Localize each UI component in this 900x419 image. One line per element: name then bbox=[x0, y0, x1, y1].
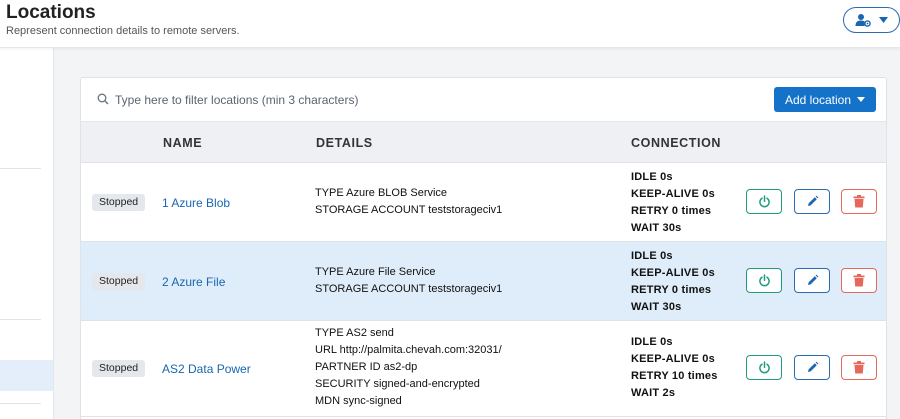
user-gear-icon bbox=[855, 14, 871, 27]
edit-button[interactable] bbox=[794, 355, 830, 380]
sidebar-divider bbox=[0, 403, 41, 404]
location-name-link[interactable]: 2 Azure File bbox=[162, 275, 225, 289]
connection-line: RETRY 10 times bbox=[631, 370, 718, 382]
location-name-link[interactable]: 1 Azure Blob bbox=[162, 196, 230, 210]
connection-line: WAIT 30s bbox=[631, 301, 682, 313]
trash-icon bbox=[853, 274, 865, 287]
add-location-button[interactable]: Add location bbox=[774, 87, 876, 112]
column-header-connection: CONNECTION bbox=[631, 136, 722, 150]
search-icon bbox=[97, 93, 109, 105]
add-location-label: Add location bbox=[784, 92, 852, 107]
connection-line: KEEP-ALIVE 0s bbox=[631, 188, 715, 200]
sidebar-divider bbox=[0, 168, 41, 169]
connection-info: IDLE 0s KEEP-ALIVE 0s RETRY 0 times WAIT… bbox=[631, 248, 715, 316]
delete-button[interactable] bbox=[841, 189, 877, 214]
table-row: Stopped AS2 Data Power TYPE AS2 send URL… bbox=[81, 321, 886, 417]
pencil-icon bbox=[807, 274, 818, 285]
delete-button[interactable] bbox=[841, 268, 877, 293]
status-badge: Stopped bbox=[92, 273, 146, 290]
connection-line: KEEP-ALIVE 0s bbox=[631, 267, 715, 279]
page-subtitle: Represent connection details to remote s… bbox=[6, 25, 240, 37]
pencil-icon bbox=[807, 361, 818, 372]
location-details: TYPE AS2 send URL http://palmita.chevah.… bbox=[315, 325, 502, 410]
edit-button[interactable] bbox=[794, 268, 830, 293]
location-name-link[interactable]: AS2 Data Power bbox=[162, 362, 251, 376]
start-button[interactable] bbox=[746, 355, 782, 380]
connection-line: WAIT 2s bbox=[631, 387, 676, 399]
detail-line: MDN sync-signed bbox=[315, 395, 402, 407]
connection-line: IDLE 0s bbox=[631, 250, 673, 262]
page-title: Locations bbox=[6, 2, 96, 23]
power-icon bbox=[758, 361, 770, 374]
column-header-details: DETAILS bbox=[316, 136, 373, 150]
connection-line: IDLE 0s bbox=[631, 336, 673, 348]
caret-down-icon bbox=[857, 97, 866, 102]
start-button[interactable] bbox=[746, 189, 782, 214]
start-button[interactable] bbox=[746, 268, 782, 293]
power-icon bbox=[758, 195, 770, 208]
column-header-name: NAME bbox=[163, 136, 203, 150]
trash-icon bbox=[853, 195, 865, 208]
table-row: Stopped 1 Azure Blob TYPE Azure BLOB Ser… bbox=[81, 163, 886, 242]
trash-icon bbox=[853, 361, 865, 374]
detail-line: STORAGE ACCOUNT teststorageciv1 bbox=[315, 204, 503, 216]
page-header: Locations Represent connection details t… bbox=[0, 0, 900, 48]
connection-info: IDLE 0s KEEP-ALIVE 0s RETRY 0 times WAIT… bbox=[631, 169, 715, 237]
connection-line: WAIT 30s bbox=[631, 222, 682, 234]
sidebar-item-active[interactable] bbox=[0, 360, 53, 391]
sidebar bbox=[0, 48, 54, 419]
connection-info: IDLE 0s KEEP-ALIVE 0s RETRY 10 times WAI… bbox=[631, 334, 718, 402]
edit-button[interactable] bbox=[794, 189, 830, 214]
connection-line: KEEP-ALIVE 0s bbox=[631, 353, 715, 365]
status-badge: Stopped bbox=[92, 360, 146, 377]
caret-down-icon bbox=[879, 17, 888, 23]
pencil-icon bbox=[807, 195, 818, 206]
detail-line: SECURITY signed-and-encrypted bbox=[315, 378, 480, 390]
detail-line: TYPE AS2 send bbox=[315, 327, 394, 339]
detail-line: URL http://palmita.chevah.com:32031/ bbox=[315, 344, 502, 356]
detail-line: STORAGE ACCOUNT teststorageciv1 bbox=[315, 283, 503, 295]
connection-line: RETRY 0 times bbox=[631, 284, 712, 296]
location-details: TYPE Azure File Service STORAGE ACCOUNT … bbox=[315, 264, 502, 298]
location-details: TYPE Azure BLOB Service STORAGE ACCOUNT … bbox=[315, 185, 502, 219]
locations-card: Add location NAME DETAILS CONNECTION Sto… bbox=[80, 77, 887, 419]
connection-line: IDLE 0s bbox=[631, 171, 673, 183]
search-input[interactable] bbox=[115, 89, 495, 111]
delete-button[interactable] bbox=[841, 355, 877, 380]
sidebar-divider bbox=[0, 319, 41, 320]
connection-line: RETRY 0 times bbox=[631, 205, 712, 217]
table-header: NAME DETAILS CONNECTION bbox=[81, 121, 886, 163]
status-badge: Stopped bbox=[92, 194, 146, 211]
detail-line: TYPE Azure BLOB Service bbox=[315, 187, 448, 199]
detail-line: PARTNER ID as2-dp bbox=[315, 361, 418, 373]
table-row: Stopped 2 Azure File TYPE Azure File Ser… bbox=[81, 242, 886, 321]
power-icon bbox=[758, 274, 770, 287]
user-menu-button[interactable] bbox=[843, 7, 900, 33]
detail-line: TYPE Azure File Service bbox=[315, 266, 436, 278]
